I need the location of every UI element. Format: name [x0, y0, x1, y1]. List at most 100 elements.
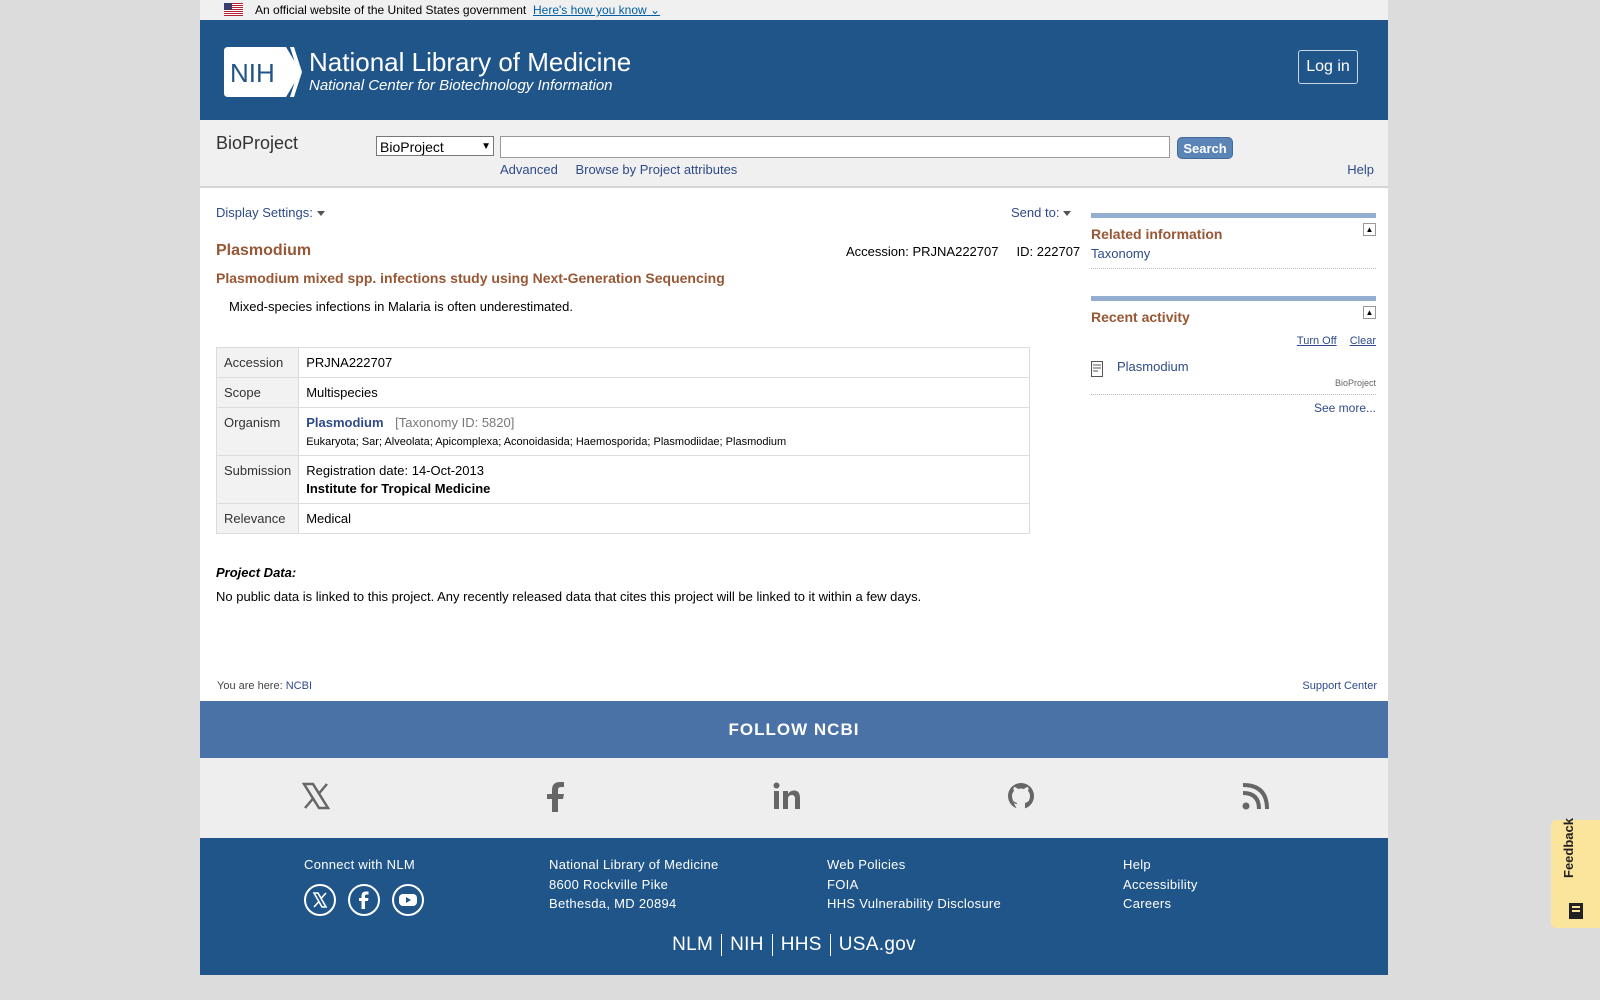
relevance-label: Relevance [215, 503, 300, 534]
linkedin-icon[interactable] [773, 782, 801, 810]
accession-id-line: Accession: PRJNA222707 ID: 222707 [846, 244, 1080, 259]
record-subtitle: Plasmodium mixed spp. infections study u… [216, 270, 725, 286]
scope-value: Multispecies [298, 377, 1030, 408]
caret-down-icon [316, 211, 325, 217]
address-line-2: 8600 Rockville Pike [549, 876, 669, 892]
rss-icon[interactable] [1242, 782, 1270, 810]
login-button[interactable]: Log in [1298, 50, 1358, 84]
chevron-down-icon: ⌄ [650, 3, 661, 17]
hhs-vulnerability-link[interactable]: HHS Vulnerability Disclosure [827, 894, 1001, 914]
database-select-value: BioProject [380, 139, 444, 155]
recent-activity-item: Plasmodium BioProject [1091, 359, 1376, 393]
feedback-button[interactable]: Feedback [1551, 818, 1600, 928]
ncbi-subtitle[interactable]: National Center for Biotechnology Inform… [309, 77, 613, 94]
document-icon [1091, 361, 1103, 377]
help-column: Help Accessibility Careers [1123, 855, 1198, 914]
breadcrumb-ncbi-link[interactable]: NCBI [286, 680, 312, 692]
connect-column: Connect with NLM [304, 855, 415, 875]
taxonomy-id: [Taxonomy ID: 5820] [395, 415, 515, 430]
footer-help-link[interactable]: Help [1123, 855, 1198, 875]
youtube-icon[interactable] [392, 884, 424, 916]
address-line-1[interactable]: National Library of Medicine [549, 855, 719, 875]
help-link[interactable]: Help [1347, 162, 1374, 177]
x-twitter-icon[interactable] [304, 884, 336, 916]
recent-item-db: BioProject [1334, 378, 1376, 388]
collapse-icon[interactable]: ▲ [1363, 306, 1376, 319]
accessibility-link[interactable]: Accessibility [1123, 875, 1198, 895]
project-info-table: Accession PRJNA222707 Scope Multispecies… [215, 347, 1030, 534]
nlm-link[interactable]: NLM [664, 934, 721, 956]
us-flag-icon [224, 3, 243, 16]
sidebar: ▲ Related information Taxonomy ▲ Recent … [1091, 213, 1376, 415]
web-policies-link[interactable]: Web Policies [827, 855, 1001, 875]
search-bar: BioProject BioProject ▼ Search Advanced … [200, 120, 1388, 188]
select-arrow-icon: ▼ [481, 141, 491, 152]
breadcrumb-prefix: You are here: [217, 680, 283, 692]
table-row: Relevance Medical [215, 503, 1030, 534]
organism-label: Organism [215, 407, 300, 456]
usagov-link[interactable]: USA.gov [829, 934, 924, 956]
support-center-link[interactable]: Support Center [1302, 680, 1377, 692]
table-row: Accession PRJNA222707 [215, 347, 1030, 378]
submission-value: Registration date: 14-Oct-2013 Institute… [298, 455, 1030, 504]
table-row: Submission Registration date: 14-Oct-201… [215, 455, 1030, 504]
page: An official website of the United States… [200, 0, 1388, 975]
breadcrumb: You are here: NCBI [217, 680, 312, 692]
table-row: Organism Plasmodium [Taxonomy ID: 5820] … [215, 407, 1030, 456]
turn-off-link[interactable]: Turn Off [1297, 335, 1337, 347]
table-row: Scope Multispecies [215, 377, 1030, 408]
feedback-label: Feedback [1561, 818, 1576, 878]
policies-column: Web Policies FOIA HHS Vulnerability Disc… [827, 855, 1001, 914]
accession-line: Accession: PRJNA222707 [846, 244, 999, 259]
display-settings[interactable]: Display Settings: [216, 205, 325, 220]
related-info-title: Related information [1091, 226, 1223, 242]
see-more-link[interactable]: See more... [1091, 401, 1376, 415]
footer: Connect with NLM National Library of Med… [200, 838, 1388, 975]
taxonomy-link[interactable]: Taxonomy [1091, 246, 1376, 261]
portlet-bar [1091, 213, 1376, 218]
advanced-link[interactable]: Advanced [500, 162, 558, 177]
collapse-icon[interactable]: ▲ [1363, 223, 1376, 236]
social-row [200, 758, 1388, 838]
careers-link[interactable]: Careers [1123, 894, 1198, 914]
x-twitter-icon[interactable] [302, 782, 330, 810]
search-sublinks: Advanced Browse by Project attributes [500, 162, 751, 177]
accession-value: PRJNA222707 [298, 347, 1030, 378]
clear-link[interactable]: Clear [1350, 335, 1376, 347]
submitting-institute: Institute for Tropical Medicine [306, 481, 491, 496]
database-name[interactable]: BioProject [216, 133, 298, 154]
address-line-3: Bethesda, MD 20894 [549, 896, 677, 911]
lineage: Eukaryota; Sar; Alveolata; Apicomplexa; … [306, 436, 787, 448]
nlm-title[interactable]: National Library of Medicine [309, 47, 631, 78]
divider [1091, 267, 1376, 269]
browse-attributes-link[interactable]: Browse by Project attributes [575, 162, 737, 177]
related-info-portlet: ▲ Related information Taxonomy [1091, 213, 1376, 269]
how-you-know-link[interactable]: Here's how you know ⌄ [533, 0, 660, 20]
record-description: Mixed-species infections in Malaria is o… [229, 299, 573, 314]
organism-link[interactable]: Plasmodium [306, 415, 383, 430]
nih-link[interactable]: NIH [721, 934, 772, 956]
connect-heading: Connect with NLM [304, 857, 416, 872]
recent-activity-portlet: ▲ Recent activity Turn Off Clear Plasmod… [1091, 296, 1376, 415]
facebook-icon[interactable] [348, 884, 380, 916]
submission-label: Submission [215, 455, 300, 504]
follow-ncbi-banner: FOLLOW NCBI [200, 701, 1388, 758]
gov-banner-text: An official website of the United States… [255, 3, 527, 17]
nih-logo[interactable]: NIH [224, 47, 302, 97]
record-title: Plasmodium [216, 242, 312, 259]
database-select[interactable]: BioProject ▼ [376, 136, 494, 156]
gov-banner: An official website of the United States… [200, 0, 1388, 20]
search-input[interactable] [500, 136, 1170, 158]
recent-item-link[interactable]: Plasmodium [1117, 359, 1189, 374]
agency-links: NLM NIH HHS USA.gov [200, 934, 1388, 956]
send-to[interactable]: Send to: [1011, 205, 1072, 220]
github-icon[interactable] [1007, 782, 1035, 810]
registration-date: Registration date: 14-Oct-2013 [306, 463, 484, 478]
search-button[interactable]: Search [1177, 137, 1233, 159]
facebook-icon[interactable] [545, 782, 565, 812]
recent-activity-title: Recent activity [1091, 309, 1190, 325]
relevance-value: Medical [298, 503, 1030, 534]
masthead: NIH National Library of Medicine Nationa… [200, 20, 1388, 120]
foia-link[interactable]: FOIA [827, 875, 1001, 895]
hhs-link[interactable]: HHS [771, 934, 830, 956]
